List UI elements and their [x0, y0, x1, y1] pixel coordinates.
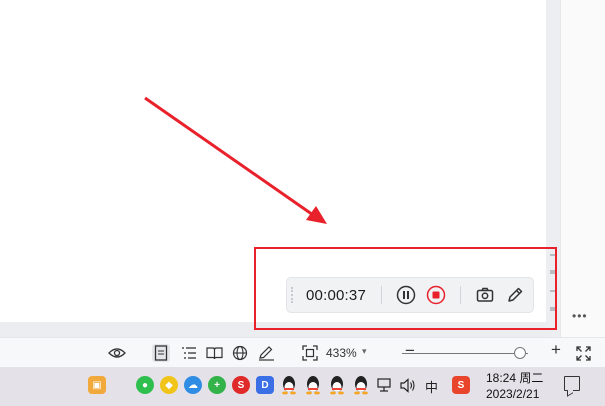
outline-view-button[interactable]: [180, 344, 198, 362]
taskbar-app-red-icon[interactable]: S: [232, 376, 250, 394]
taskbar-app-plus-icon[interactable]: +: [208, 376, 226, 394]
page-view-icon: [154, 345, 168, 361]
zoom-percentage[interactable]: 433%: [326, 346, 357, 360]
fullscreen-icon: [575, 345, 591, 361]
zoom-dropdown-caret-icon[interactable]: ▾: [362, 346, 367, 357]
clock-date: 2023/2/21: [486, 387, 540, 401]
taskbar-app-photos-icon[interactable]: ▣: [88, 376, 106, 394]
scrollbar-nav-marks[interactable]: [549, 252, 559, 322]
write-view-icon: [258, 346, 274, 361]
camera-icon: [476, 287, 494, 302]
toolbar-divider: [460, 286, 461, 304]
web-view-button[interactable]: [231, 344, 249, 362]
reading-view-icon: [205, 347, 223, 360]
eye-icon: [108, 348, 126, 358]
notification-center-icon[interactable]: [564, 376, 580, 391]
reading-view-button[interactable]: [205, 344, 223, 362]
fullscreen-button[interactable]: [574, 344, 592, 362]
taskbar-qq-icon[interactable]: [305, 375, 321, 395]
recording-timer: 00:00:37: [306, 286, 366, 304]
outline-view-icon: [182, 347, 196, 359]
stop-record-icon: [426, 285, 446, 305]
pause-button[interactable]: [395, 284, 417, 306]
status-bar: 433% ▾ − +: [0, 337, 605, 367]
taskbar-wechat-icon[interactable]: ●: [136, 376, 154, 394]
taskbar-qq-icon[interactable]: [329, 375, 345, 395]
taskbar-wps-icon[interactable]: S: [452, 376, 470, 394]
more-options-button[interactable]: •••: [572, 309, 588, 323]
drag-handle[interactable]: [291, 287, 297, 303]
fit-page-icon: [302, 345, 318, 361]
document-canvas[interactable]: [0, 0, 546, 322]
screenshot-button[interactable]: [474, 284, 496, 306]
right-side-panel: [560, 0, 605, 337]
clock-time: 18:24 周二: [486, 371, 544, 385]
taskbar-app-blue-d-icon[interactable]: D: [256, 376, 274, 394]
toolbar-divider: [381, 286, 382, 304]
pause-circle-icon: [396, 285, 416, 305]
web-view-icon: [232, 345, 248, 361]
write-view-button[interactable]: [257, 344, 275, 362]
taskbar-qq-icon[interactable]: [353, 375, 369, 395]
zoom-slider-track[interactable]: [402, 353, 528, 354]
eye-protection-button[interactable]: [108, 344, 126, 362]
windows-taskbar: ▣ ● ◆ ☁ + S D 中 S 18:24 周二 2023/2/21: [0, 367, 605, 406]
taskbar-app-yellow-icon[interactable]: ◆: [160, 376, 178, 394]
zoom-out-button[interactable]: −: [405, 341, 415, 361]
zoom-in-button[interactable]: +: [551, 340, 561, 360]
input-method-indicator[interactable]: 中: [425, 377, 438, 396]
fit-page-button[interactable]: [301, 344, 319, 362]
stop-button[interactable]: [425, 284, 447, 306]
network-icon[interactable]: [377, 378, 393, 393]
system-clock[interactable]: 18:24 周二 2023/2/21: [486, 370, 546, 402]
page-view-button[interactable]: [152, 344, 170, 362]
volume-icon[interactable]: [400, 378, 416, 393]
taskbar-cloud-icon[interactable]: ☁: [184, 376, 202, 394]
document-bottom-gutter: [0, 322, 546, 337]
annotate-button[interactable]: [504, 284, 526, 306]
taskbar-qq-icon[interactable]: [281, 375, 297, 395]
zoom-slider-thumb[interactable]: [514, 347, 527, 359]
screen-recorder-toolbar: 00:00:37: [286, 277, 534, 313]
pen-icon: [508, 287, 523, 302]
